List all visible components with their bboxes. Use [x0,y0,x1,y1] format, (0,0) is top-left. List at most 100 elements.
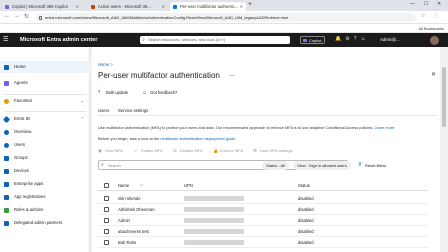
main-content: Home > Per-user multifactor authenticati… [92,47,442,252]
nav-item-overview[interactable]: Overview [0,126,90,138]
nav-label: Users [14,142,25,147]
row-checkbox[interactable] [104,196,109,201]
nav-label: Agents [14,80,28,85]
tab-service-settings[interactable]: Service settings [118,108,148,113]
browser-tab-copilot[interactable]: Copilot | Microsoft 365 Copilot ✕ [2,2,82,11]
account-name[interactable]: Admin@... [380,36,400,44]
nav-item-roles-admins[interactable]: Roles & admins [0,204,90,216]
maximize-icon[interactable]: ☐ [424,1,428,7]
menu-icon[interactable]: ☰ [3,36,8,43]
user-mfa-settings-button[interactable]: ⚙ User MFA settings [253,148,292,153]
nav-item-home[interactable]: Home [0,61,90,73]
star-icon [4,98,9,104]
nav-divider [4,111,86,112]
user-name: attachments test [118,229,149,234]
more-options-button[interactable]: ... [229,71,235,78]
view-mfa-button[interactable]: ◉ View MFA [98,148,123,153]
breadcrumb-home-link[interactable]: Home [98,62,109,67]
header-icons[interactable]: 🔔⚙?☺ [335,36,370,42]
row-checkbox[interactable] [104,218,109,223]
feedback-icon: ☺ [142,90,148,96]
select-all-checkbox[interactable] [104,183,109,188]
close-blade-button[interactable]: ✕ [431,71,436,78]
table-row[interactable]: Bob Ross disabled [98,237,428,248]
browser-menu-icon[interactable]: ⋮ [433,13,438,19]
reload-icon[interactable]: ↻ [24,13,29,20]
user-name: nitin shende [118,196,141,201]
nav-item-agents[interactable]: Agents [0,77,90,89]
chevron-up-icon[interactable]: ⌃ [81,113,84,125]
back-icon[interactable]: ← [4,13,10,19]
row-checkbox[interactable] [104,229,109,234]
device-icon [4,168,9,174]
reset-label: Reset filters [365,163,387,168]
nav-item-favorites[interactable]: Favorites ⌄ [0,95,90,107]
tab-label: Per-user multifactor authentic... [180,4,239,9]
chevron-down-icon[interactable]: ⌄ [81,95,84,107]
view-icon: ◉ [98,148,102,153]
column-status[interactable]: Status [298,183,310,188]
close-tab-icon[interactable]: ✕ [240,2,243,11]
nav-item-users[interactable]: Users [0,139,90,151]
bookmark-star-icon[interactable]: ☆ [421,13,425,19]
forward-icon[interactable]: → [14,13,20,19]
bulk-update-button[interactable]: ⤒ Bulk update [98,90,128,96]
row-checkbox[interactable] [104,240,109,245]
enforce-mfa-button[interactable]: 🔒 Enforce MFA [213,148,243,153]
close-tab-icon[interactable]: ✕ [162,2,165,11]
nav-label: Overview [14,129,32,134]
partners-icon [4,220,9,226]
nav-item-entra-id[interactable]: Entra ID ⌃ [0,113,90,125]
toolbar-label: View MFA [105,148,123,153]
description-text: Use multifactor authentication (MFA) to … [98,125,436,130]
column-upn[interactable]: UPN [184,183,193,188]
nav-item-app-registrations[interactable]: App registrations [0,191,90,203]
table-row[interactable]: Abhishek Dheeman disabled [98,204,428,215]
entra-tab-icon [173,4,177,9]
tab-label: Active users - Microsoft 36... [98,4,151,9]
nav-label: App registrations [14,194,46,199]
copilot-button[interactable]: Copilot [300,36,326,44]
nav-item-devices[interactable]: Devices [0,165,90,177]
reset-icon: ⊽ [358,162,362,168]
close-tab-icon[interactable]: ✕ [76,2,79,11]
avatar[interactable] [430,36,439,45]
status-filter-pill[interactable]: Status : All [262,161,289,170]
nav-item-groups[interactable]: Groups [0,152,90,164]
portal-brand[interactable]: Microsoft Entra admin center [20,33,97,47]
copilot-label: Copilot [309,38,322,43]
all-bookmarks-button[interactable]: All Bookmarks [418,25,444,32]
site-info-icon[interactable] [39,15,42,20]
upn-redacted [184,207,244,212]
disable-mfa-button[interactable]: ⊘ Disable MFA [173,148,203,153]
scrollbar-thumb[interactable] [442,67,446,127]
deployment-guide-link[interactable]: multifactor authentication deployment gu… [160,136,235,141]
table-row[interactable]: Admin disabled [98,215,428,226]
close-window-icon[interactable]: ✕ [437,1,441,7]
nav-label: Favorites [14,98,33,103]
view-filter-pill[interactable]: View : Sign in allowed users [293,161,351,170]
page-scrollbar[interactable] [440,47,448,252]
mfa-status: disabled [298,207,314,212]
column-name[interactable]: Name [118,183,129,188]
minimize-icon[interactable]: — [410,1,415,7]
feedback-button[interactable]: ☺ Got feedback? [142,90,177,96]
nav-item-enterprise-apps[interactable]: Enterprise apps [0,178,90,190]
sort-icon[interactable]: ↑↓ [140,183,144,187]
global-search-input[interactable]: ⌕ Search resources, services, and docs (… [140,36,290,44]
url-field[interactable]: entra.microsoft.com/#view/Microsoft_AAD_… [36,13,416,22]
m365-tab-icon [91,4,95,9]
table-row[interactable]: attachments test disabled [98,226,428,237]
browser-tab-mfa[interactable]: Per-user multifactor authentic... ✕ [170,2,246,11]
nav-item-delegated-admin[interactable]: Delegated admin partners [0,217,90,229]
new-tab-button[interactable]: + [248,1,252,8]
learn-more-link[interactable]: Learn more [374,125,394,130]
browser-tab-active-users[interactable]: Active users - Microsoft 36... ✕ [88,2,168,11]
search-placeholder: Search resources, services, and docs (G+… [148,37,226,42]
enable-mfa-button[interactable]: ✓ Enable MFA [134,148,163,153]
copilot-icon [303,39,307,42]
upn-redacted [184,229,244,234]
reset-filters-button[interactable]: ⊽ Reset filters [358,161,386,170]
table-row[interactable]: nitin shende disabled [98,193,428,204]
row-checkbox[interactable] [104,207,109,212]
